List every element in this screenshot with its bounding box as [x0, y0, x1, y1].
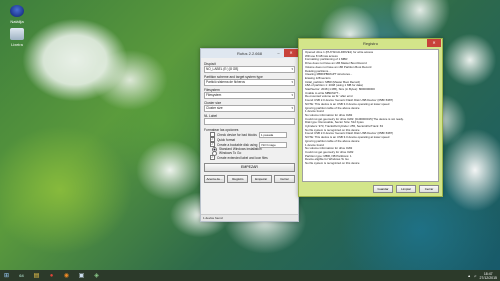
chrome-icon[interactable]: ●	[45, 271, 58, 280]
close-rufus-button[interactable]: Cerrar	[273, 175, 295, 183]
log-title: Registro	[363, 41, 378, 46]
file-explorer-icon[interactable]: ▤	[30, 271, 43, 280]
cluster-select[interactable]: Cluster size ▾	[204, 105, 295, 112]
clock[interactable]: 18:47 27/12/2015	[479, 272, 497, 280]
desktop-icon-label: Natàlija	[10, 19, 24, 24]
clear-log-button[interactable]: Limpiar	[396, 185, 416, 193]
log-titlebar[interactable]: Registro ✕	[299, 39, 442, 48]
clock-date: 27/12/2015	[479, 275, 497, 280]
taskbar: ⊞ 64 ▤ ● ◉ ▣ ◈ ▲ ♫ 18:47 27/12/2015	[0, 270, 500, 281]
bad-blocks-checkbox[interactable]: Check device for bad blocks 1 pasada	[210, 131, 295, 138]
chevron-down-icon: ▾	[291, 106, 293, 110]
rufus-window: Rufus 2.2.668 – ✕ Dispósit NO_LABEL (E:)…	[200, 48, 299, 222]
desktop-icon-user[interactable]: Natàlija	[2, 5, 32, 24]
status-bar: 1 device found	[201, 214, 298, 221]
firefox-icon[interactable]: ◉	[60, 271, 73, 280]
chevron-down-icon: ▾	[291, 67, 293, 71]
desktop-icon-label: Lixeira	[11, 42, 23, 47]
partition-select[interactable]: Partició sistema de ficheros ▾	[204, 79, 295, 86]
extended-label-checkbox[interactable]: ✓ Create extended label and icon files	[210, 155, 295, 160]
log-window: Registro ✕ Opened drive 1 (PHYSICALDRIVE…	[298, 38, 443, 197]
close-log-icon[interactable]: ✕	[427, 39, 441, 47]
usb-tool-icon[interactable]: ◈	[90, 271, 103, 280]
log-line: No file system is recognized on this dev…	[305, 162, 360, 166]
close-button[interactable]: ✕	[284, 49, 298, 57]
minimize-button[interactable]: –	[275, 49, 282, 57]
notepad-icon[interactable]: ▣	[75, 271, 88, 280]
log-button[interactable]: Registro	[227, 175, 249, 183]
filesystem-select[interactable]: Filesystem ▾	[204, 92, 295, 99]
chevron-down-icon: ▾	[291, 93, 293, 97]
save-log-button[interactable]: Guardar	[373, 185, 393, 193]
desktop-icon-recycle-bin[interactable]: Lixeira	[2, 28, 32, 47]
volume-icon[interactable]: ♫	[474, 274, 477, 278]
system-tray: ▲ ♫ 18:47 27/12/2015	[467, 270, 497, 281]
passes-select[interactable]: 1 pasada	[258, 131, 287, 138]
device-select[interactable]: NO_LABEL (E:) [8 GB] ▾	[204, 66, 295, 73]
checkbox-checked-icon: ✓	[210, 155, 215, 160]
network-icon[interactable]: ▲	[467, 274, 470, 278]
log-textarea[interactable]: Opened drive 1 (PHYSICALDRIVE1) for writ…	[302, 49, 439, 182]
rufus-taskbar-icon[interactable]: 64	[15, 271, 28, 280]
user-folder-icon	[10, 5, 24, 17]
rufus-title: Rufus 2.2.668	[237, 51, 262, 56]
chevron-down-icon: ▾	[291, 80, 293, 84]
close-log-button[interactable]: Cerrar	[419, 185, 439, 193]
start-small-button[interactable]: Empezar	[250, 175, 272, 183]
volume-label-input[interactable]	[204, 118, 295, 125]
about-button[interactable]: Acerca de...	[204, 175, 225, 183]
windows-start-icon[interactable]: ⊞	[0, 271, 13, 280]
recycle-bin-icon	[10, 28, 24, 40]
iso-select[interactable]: ISO Image	[259, 141, 288, 148]
rufus-titlebar[interactable]: Rufus 2.2.668 – ✕	[201, 49, 298, 58]
start-button[interactable]: EMPEZAR	[204, 163, 295, 172]
